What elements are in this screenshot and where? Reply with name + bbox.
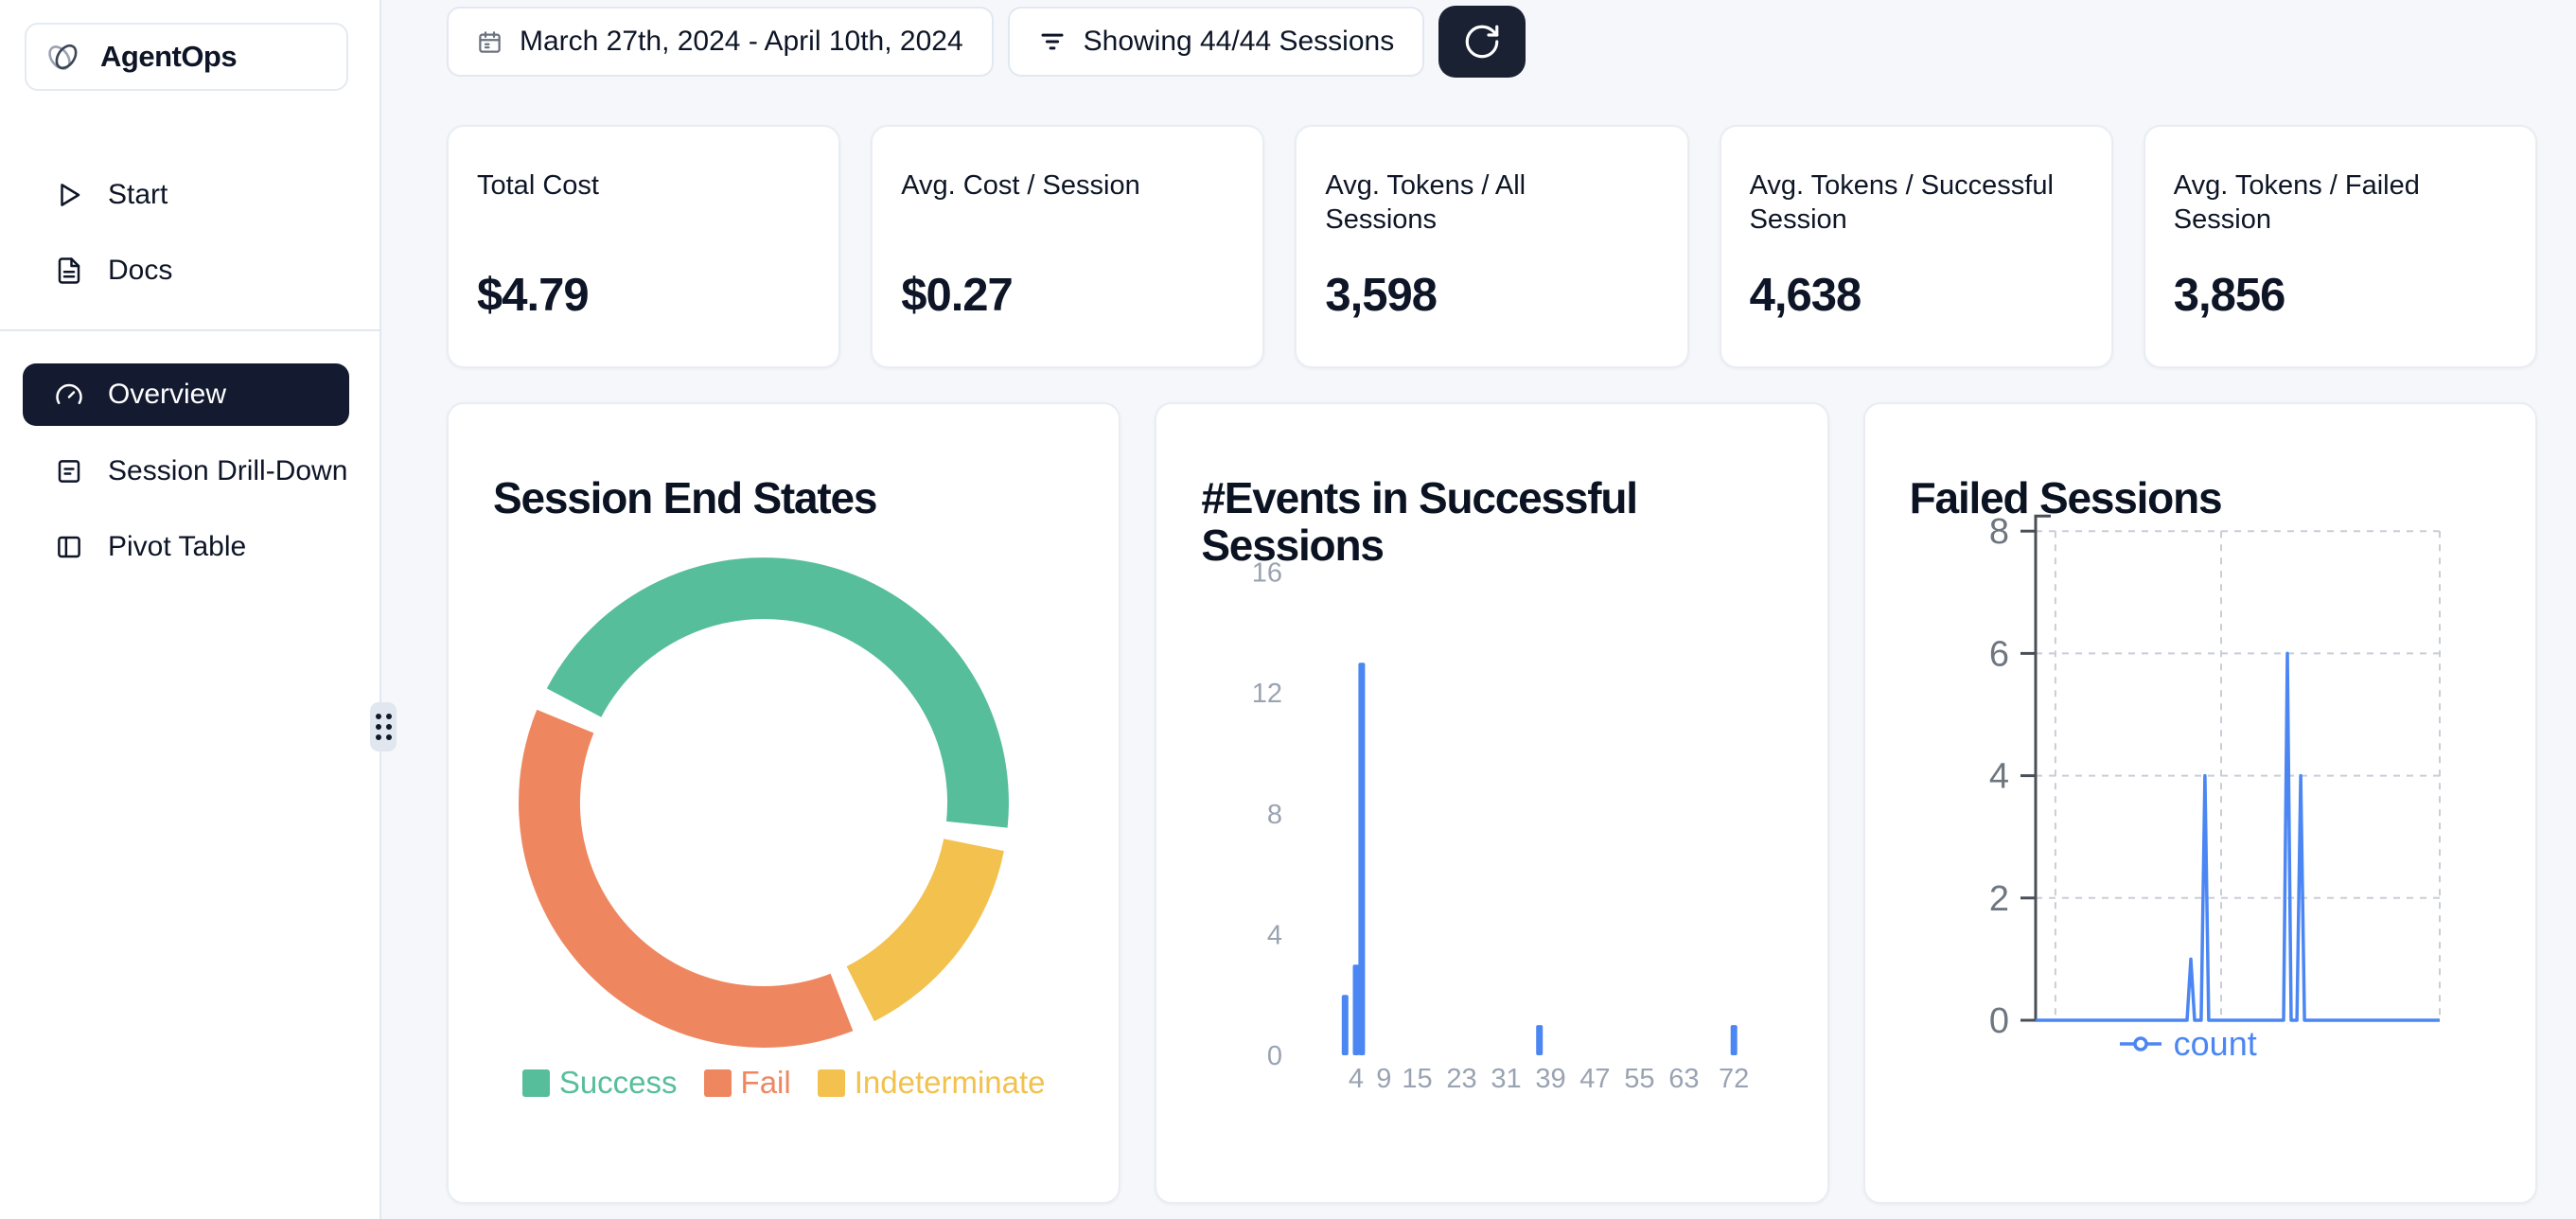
y-axis bbox=[2020, 516, 2051, 1020]
stat-card-title: Avg. Cost / Session bbox=[901, 168, 1217, 203]
file-lines-icon bbox=[55, 457, 83, 486]
stat-card-title: Avg. Tokens / All Sessions bbox=[1325, 168, 1641, 237]
failed-sessions-card: Failed Sessions 02468 count bbox=[1863, 402, 2537, 1204]
y-tick-label: 0 bbox=[1989, 1001, 2009, 1041]
legend-swatch bbox=[704, 1069, 732, 1097]
panel-left-icon bbox=[55, 533, 83, 561]
sidebar-item-label: Overview bbox=[108, 379, 226, 411]
date-range-label: March 27th, 2024 - April 10th, 2024 bbox=[520, 26, 963, 58]
stat-card: Total Cost $4.79 bbox=[447, 125, 840, 368]
histogram-bar[interactable] bbox=[1359, 662, 1366, 1055]
line-chart-legend[interactable]: count bbox=[2119, 1024, 2257, 1064]
sidebar-item-label: Docs bbox=[108, 255, 172, 287]
session-filter-button[interactable]: Showing 44/44 Sessions bbox=[1008, 7, 1425, 77]
stat-card-title: Total Cost bbox=[477, 168, 793, 203]
date-range-button[interactable]: March 27th, 2024 - April 10th, 2024 bbox=[447, 7, 994, 77]
stat-cards-row: Total Cost$4.79Avg. Cost / Session$0.27A… bbox=[447, 125, 2537, 368]
donut-legend: Success Fail Indeterminate bbox=[449, 1065, 1119, 1101]
x-tick-label: 9 bbox=[1377, 1064, 1392, 1094]
sidebar-item-start[interactable]: Start bbox=[0, 157, 379, 233]
sidebar-item-docs[interactable]: Docs bbox=[0, 233, 379, 309]
x-tick-label: 47 bbox=[1580, 1064, 1611, 1094]
legend-item-success[interactable]: Success bbox=[522, 1065, 678, 1101]
legend-swatch bbox=[818, 1069, 845, 1097]
gauge-icon bbox=[55, 380, 83, 409]
legend-label: Fail bbox=[741, 1065, 791, 1101]
x-tick-label: 23 bbox=[1447, 1064, 1477, 1094]
x-tick-label: 72 bbox=[1719, 1064, 1749, 1094]
stat-card-value: 4,638 bbox=[1750, 269, 1861, 322]
y-tick-label: 12 bbox=[1252, 679, 1282, 709]
donut-slice-indeterminate[interactable] bbox=[847, 839, 1004, 1021]
y-tick-label: 4 bbox=[1267, 920, 1282, 950]
sidebar-item-label: Session Drill-Down bbox=[108, 455, 347, 487]
stat-card: Avg. Tokens / All Sessions 3,598 bbox=[1295, 125, 1688, 368]
failed-sessions-line-chart[interactable]: 0 2 4 6 8 bbox=[1865, 404, 2537, 1204]
y-tick-label: 8 bbox=[1267, 800, 1282, 830]
sidebar-divider bbox=[0, 329, 379, 331]
stat-card: Avg. Cost / Session $0.27 bbox=[871, 125, 1264, 368]
legend-swatch bbox=[522, 1069, 550, 1097]
app-logo[interactable]: AgentOps bbox=[25, 23, 348, 91]
y-tick-label: 16 bbox=[1252, 558, 1282, 589]
docs-icon bbox=[55, 256, 83, 285]
sidebar-resize-handle[interactable] bbox=[370, 702, 397, 751]
charts-row: Session End States SuccessFailIndetermin… bbox=[447, 402, 2537, 1204]
histogram-bar[interactable] bbox=[1342, 995, 1349, 1055]
sidebar-item-label: Start bbox=[108, 179, 168, 211]
legend-item-indeterminate[interactable]: Indeterminate bbox=[818, 1065, 1046, 1101]
y-tick-label: 8 bbox=[1989, 512, 2009, 552]
stat-card-value: $4.79 bbox=[477, 269, 589, 322]
legend-item-fail[interactable]: Fail bbox=[704, 1065, 791, 1101]
donut-slice-success[interactable] bbox=[547, 557, 1009, 828]
x-tick-label: 39 bbox=[1536, 1064, 1566, 1094]
y-tick-label: 2 bbox=[1989, 879, 2009, 919]
agentops-logo-icon bbox=[42, 35, 85, 79]
sidebar-primary-nav: Start Docs bbox=[0, 157, 379, 309]
y-tick-label: 6 bbox=[1989, 634, 2009, 674]
donut-slice-fail[interactable] bbox=[519, 710, 853, 1048]
histogram-bar[interactable] bbox=[1537, 1025, 1544, 1055]
sidebar-item-pivot-table[interactable]: Pivot Table bbox=[0, 509, 379, 585]
stat-card-value: 3,598 bbox=[1325, 269, 1437, 322]
x-tick-label: 55 bbox=[1625, 1064, 1655, 1094]
sidebar-views-nav: Overview Session Drill-Down Pivot Table bbox=[0, 363, 379, 585]
play-icon bbox=[55, 181, 83, 209]
events-histogram-chart[interactable]: 0481216491523313947556372 bbox=[1156, 404, 1828, 1204]
stat-card-title: Avg. Tokens / Failed Session bbox=[2174, 168, 2490, 237]
refresh-icon bbox=[1462, 22, 1502, 62]
sidebar: AgentOps Start Docs bbox=[0, 0, 381, 1219]
filter-lines-icon bbox=[1038, 27, 1067, 56]
sidebar-item-label: Pivot Table bbox=[108, 531, 246, 563]
legend-label: count bbox=[2174, 1024, 2257, 1064]
y-tick-label: 0 bbox=[1267, 1041, 1282, 1071]
app-title: AgentOps bbox=[100, 40, 237, 74]
x-tick-label: 4 bbox=[1349, 1064, 1364, 1094]
stat-card-title: Avg. Tokens / Successful Session bbox=[1750, 168, 2066, 237]
stat-card: Avg. Tokens / Successful Session 4,638 bbox=[1720, 125, 2113, 368]
toolbar: March 27th, 2024 - April 10th, 2024 Show… bbox=[447, 6, 1526, 78]
x-tick-label: 31 bbox=[1491, 1064, 1522, 1094]
session-filter-label: Showing 44/44 Sessions bbox=[1084, 26, 1395, 58]
legend-label: Indeterminate bbox=[855, 1065, 1046, 1101]
events-in-successful-sessions-card: #Events in Successful Sessions 048121649… bbox=[1155, 402, 1828, 1204]
stat-card-value: $0.27 bbox=[901, 269, 1013, 322]
sidebar-item-overview[interactable]: Overview bbox=[23, 363, 349, 426]
session-end-states-card: Session End States SuccessFailIndetermin… bbox=[447, 402, 1120, 1204]
refresh-button[interactable] bbox=[1438, 6, 1526, 78]
calendar-icon bbox=[477, 29, 503, 55]
sidebar-item-session-drill-down[interactable]: Session Drill-Down bbox=[0, 433, 379, 509]
stat-card: Avg. Tokens / Failed Session 3,856 bbox=[2144, 125, 2537, 368]
x-tick-label: 15 bbox=[1403, 1064, 1433, 1094]
count-series-marker-icon bbox=[2119, 1034, 2162, 1054]
legend-label: Success bbox=[559, 1065, 678, 1101]
count-series-line bbox=[2036, 653, 2440, 1020]
stat-card-value: 3,856 bbox=[2174, 269, 2285, 322]
x-tick-label: 63 bbox=[1669, 1064, 1700, 1094]
y-tick-label: 4 bbox=[1989, 757, 2009, 797]
histogram-bar[interactable] bbox=[1731, 1025, 1738, 1055]
